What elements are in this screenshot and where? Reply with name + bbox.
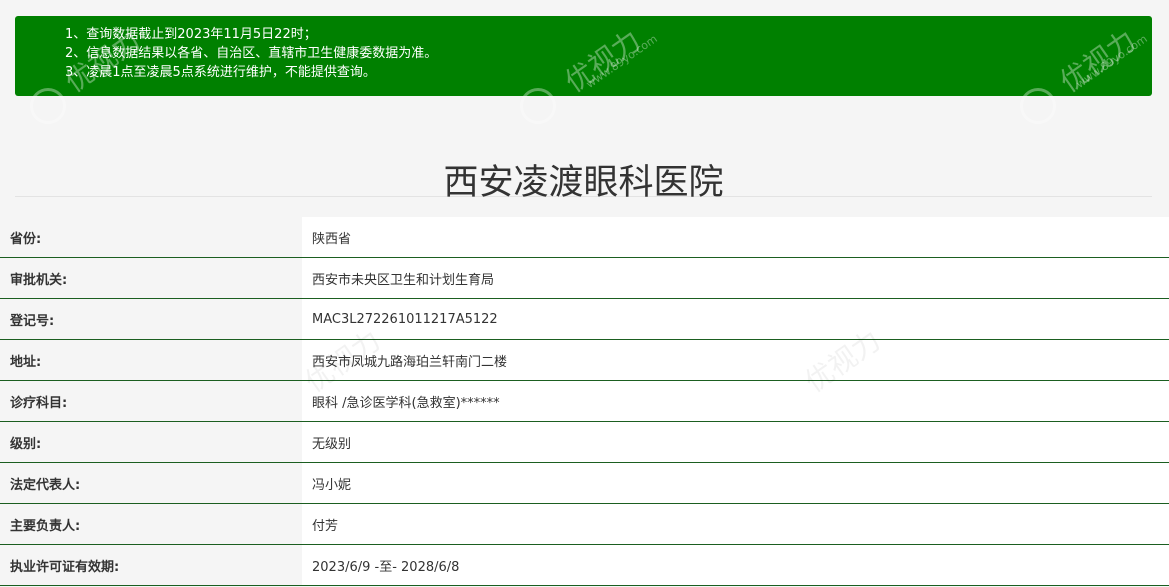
notice-banner: 1、查询数据截止到2023年11月5日22时； 2、信息数据结果以各省、自治区、… (15, 16, 1152, 96)
row-label: 法定代表人: (0, 462, 302, 504)
notice-line: 3、凌晨1点至凌晨5点系统进行维护，不能提供查询。 (65, 65, 376, 80)
row-label: 诊疗科目: (0, 380, 302, 422)
row-label: 审批机关: (0, 257, 302, 299)
row-label: 登记号: (0, 298, 302, 340)
table-row: 主要负责人: 付芳 (0, 503, 1169, 545)
row-value: 眼科 /急诊医学科(急救室)****** (302, 380, 1169, 422)
table-row: 诊疗科目: 眼科 /急诊医学科(急救室)****** (0, 380, 1169, 422)
row-label: 省份: (0, 217, 302, 258)
row-value: 陕西省 (302, 217, 1169, 258)
table-row: 省份: 陕西省 (0, 217, 1169, 258)
notice-line: 1、查询数据截止到2023年11月5日22时； (65, 27, 317, 42)
title-section: 西安凌渡眼科医院 (15, 96, 1152, 203)
row-value: MAC3L272261011217A5122 (302, 298, 1169, 340)
row-label: 级别: (0, 421, 302, 463)
hospital-name: 西安凌渡眼科医院 (443, 163, 724, 204)
table-row: 地址: 西安市凤城九路海珀兰轩南门二楼 (0, 339, 1169, 381)
row-label: 地址: (0, 339, 302, 381)
row-value: 2023/6/9 -至- 2028/6/8 (302, 544, 1169, 586)
row-value: 西安市凤城九路海珀兰轩南门二楼 (302, 339, 1169, 381)
hospital-info-table: 省份: 陕西省 审批机关: 西安市未央区卫生和计划生育局 登记号: MAC3L2… (0, 217, 1169, 586)
row-label: 执业许可证有效期: (0, 544, 302, 586)
notice-line: 2、信息数据结果以各省、自治区、直辖市卫生健康委数据为准。 (65, 46, 438, 61)
row-value: 无级别 (302, 421, 1169, 463)
row-value: 付芳 (302, 503, 1169, 545)
table-row: 登记号: MAC3L272261011217A5122 (0, 298, 1169, 340)
table-row: 执业许可证有效期: 2023/6/9 -至- 2028/6/8 (0, 544, 1169, 586)
table-row: 审批机关: 西安市未央区卫生和计划生育局 (0, 257, 1169, 299)
table-row: 法定代表人: 冯小妮 (0, 462, 1169, 504)
row-value: 西安市未央区卫生和计划生育局 (302, 257, 1169, 299)
row-value: 冯小妮 (302, 462, 1169, 504)
table-row: 级别: 无级别 (0, 421, 1169, 463)
row-label: 主要负责人: (0, 503, 302, 545)
